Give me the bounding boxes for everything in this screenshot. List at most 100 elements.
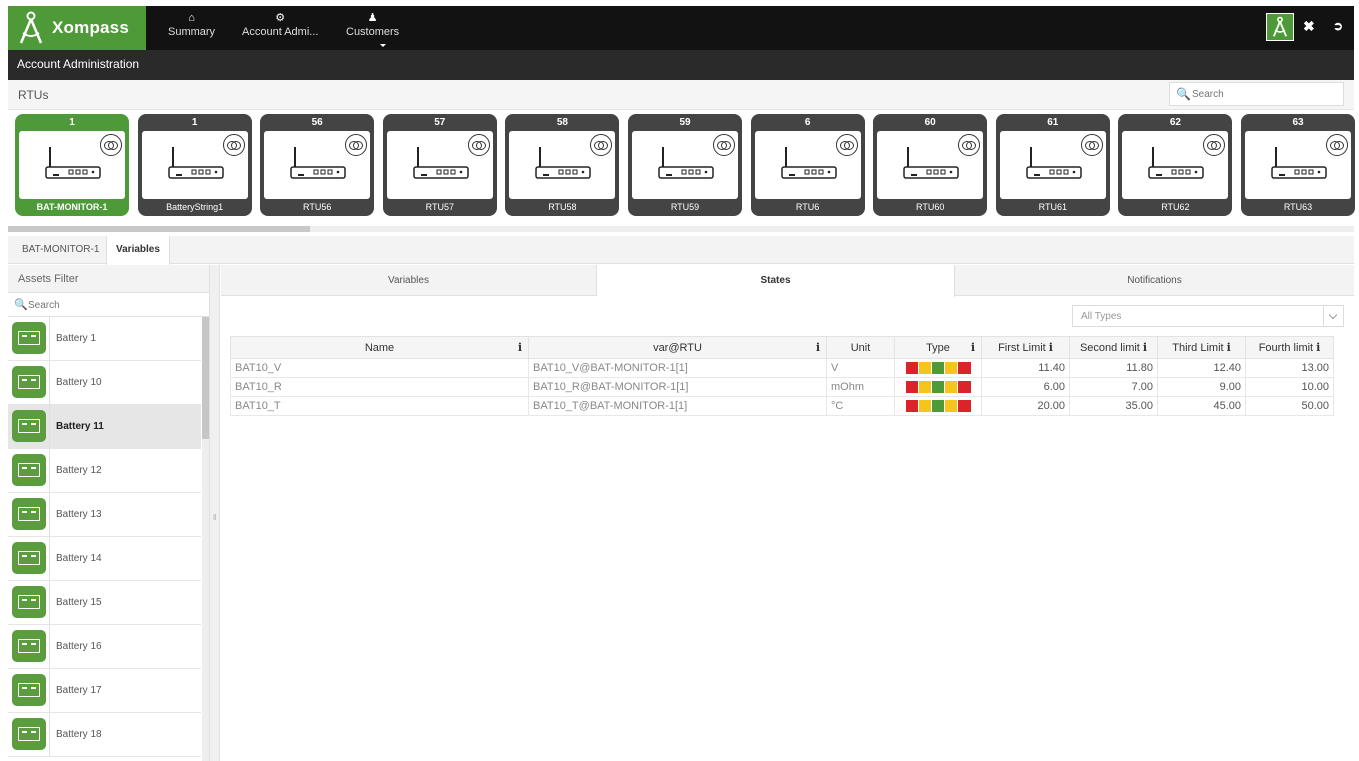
rtu-card[interactable]: 1 BatteryString1 <box>137 114 252 216</box>
fullscreen-icon[interactable]: ✖ <box>1303 18 1315 34</box>
customers-dropdown-caret-icon[interactable] <box>380 44 386 47</box>
col-var-header[interactable]: var@RTU i <box>528 336 827 359</box>
asset-list-scrollbar[interactable] <box>202 317 209 761</box>
link-icon[interactable] <box>835 134 858 156</box>
nav-account-admin[interactable]: ⚙ Account Admi... <box>242 12 318 38</box>
nav-customers[interactable]: ♟ Customers <box>346 12 399 38</box>
col-unit-header[interactable]: Unit <box>826 336 895 359</box>
rtu-search-input[interactable] <box>1192 86 1337 102</box>
rtu-card[interactable]: 63 RTU63 <box>1241 114 1355 216</box>
logout-icon[interactable]: ➲ <box>1333 18 1343 34</box>
link-icon[interactable] <box>345 134 368 156</box>
rtu-card-body <box>386 131 493 199</box>
cell-type <box>894 396 982 416</box>
col-first-limit-header[interactable]: First Limit i <box>981 336 1070 359</box>
asset-label: Battery 14 <box>56 553 102 564</box>
rtu-card[interactable]: 60 RTU60 <box>873 114 988 216</box>
battery-icon <box>12 542 46 574</box>
link-icon[interactable] <box>958 134 981 156</box>
asset-label: Battery 18 <box>56 729 102 740</box>
info-icon[interactable]: i <box>1227 341 1231 354</box>
rtu-strip-scrollbar[interactable] <box>8 226 1354 232</box>
top-bar: Xompass ⌂ Summary ⚙ Account Admi... ♟ Cu… <box>8 6 1354 50</box>
table-row[interactable]: BAT10_R BAT10_R@BAT-MONITOR-1[1] mOhm 6.00 7… <box>230 377 1334 397</box>
link-icon[interactable] <box>467 134 490 156</box>
asset-list-item[interactable]: Battery 13 <box>8 493 201 537</box>
asset-list-item[interactable]: Battery 15 <box>8 581 201 625</box>
asset-list-item[interactable]: Battery 1 <box>8 317 201 361</box>
breadcrumb-variables[interactable]: Variables <box>106 236 170 265</box>
info-icon[interactable]: i <box>518 341 522 354</box>
col-second-limit-label: Second limit <box>1079 342 1140 354</box>
rtu-card[interactable]: 62 RTU62 <box>1118 114 1233 216</box>
link-icon[interactable] <box>100 134 122 156</box>
asset-list-item[interactable]: Battery 12 <box>8 449 201 493</box>
asset-list-scroll-thumb[interactable] <box>202 317 209 439</box>
asset-list: Battery 1 Battery 10 Battery 11 Battery 12 B… <box>8 317 201 757</box>
cell-second-limit: 7.00 <box>1069 377 1158 397</box>
link-icon[interactable] <box>590 134 613 156</box>
rtu-number: 1 <box>69 117 75 128</box>
link-icon[interactable] <box>713 134 735 156</box>
tab-notifications[interactable]: Notifications <box>955 265 1354 296</box>
rtu-card-body <box>264 131 371 199</box>
col-fourth-limit-header[interactable]: Fourth limit i <box>1245 336 1334 359</box>
breadcrumb-rtu[interactable]: BAT-MONITOR-1 <box>13 236 108 264</box>
info-icon[interactable]: i <box>1143 341 1147 354</box>
rtu-device-icon <box>780 147 837 179</box>
col-name-header[interactable]: Name i <box>230 336 529 359</box>
asset-list-item[interactable]: Battery 16 <box>8 625 201 669</box>
rtu-card[interactable]: 61 RTU61 <box>995 114 1110 216</box>
rtu-card[interactable]: 1 BAT-MONITOR-1 <box>15 114 129 216</box>
link-icon[interactable] <box>1080 134 1103 156</box>
rtu-card[interactable]: 56 RTU56 <box>260 114 375 216</box>
col-type-header[interactable]: Type i <box>894 336 982 359</box>
content-tabs: Variables States Notifications <box>221 265 1354 297</box>
rtu-strip-scroll-thumb[interactable] <box>8 226 310 232</box>
user-icon: ♟ <box>367 12 378 24</box>
asset-list-item[interactable]: Battery 10 <box>8 361 201 405</box>
tab-states[interactable]: States <box>597 265 955 297</box>
assets-search-input[interactable] <box>28 297 198 313</box>
rtu-card[interactable]: 57 RTU57 <box>382 114 497 216</box>
asset-list-item[interactable]: Battery 14 <box>8 537 201 581</box>
rtu-number: 62 <box>1169 117 1181 128</box>
asset-list-item[interactable]: Battery 17 <box>8 669 201 713</box>
cell-name: BAT10_V <box>230 358 529 378</box>
rtu-device-icon <box>290 147 346 179</box>
nav-account-admin-label: Account Admi... <box>242 26 319 38</box>
chevron-down-icon[interactable] <box>1323 306 1343 326</box>
link-icon[interactable] <box>222 134 245 156</box>
table-row[interactable]: BAT10_T BAT10_T@BAT-MONITOR-1[1] °C 20.00 35… <box>230 396 1334 416</box>
brand-logo[interactable]: Xompass <box>8 6 146 50</box>
col-type-label: Type <box>926 341 950 354</box>
rtu-device-icon <box>413 147 469 179</box>
splitter-grip-icon: ‖ <box>213 513 217 522</box>
type-filter-select[interactable]: All Types <box>1072 305 1344 327</box>
info-icon[interactable]: i <box>816 341 820 354</box>
rtu-card[interactable]: 59 RTU59 <box>628 114 742 216</box>
info-icon[interactable]: i <box>1049 341 1053 354</box>
link-icon[interactable] <box>1326 134 1348 156</box>
info-icon[interactable]: i <box>971 341 975 354</box>
panel-splitter[interactable]: ‖ <box>210 265 220 761</box>
col-second-limit-header[interactable]: Second limit i <box>1069 336 1158 359</box>
asset-list-item[interactable]: Battery 11 <box>8 405 201 449</box>
info-icon[interactable]: i <box>1316 341 1320 354</box>
asset-list-item[interactable]: Battery 18 <box>8 713 201 757</box>
cell-unit: °C <box>826 396 895 416</box>
rtu-card[interactable]: 6 RTU6 <box>750 114 865 216</box>
battery-icon <box>12 454 46 486</box>
rtu-card[interactable]: 58 RTU58 <box>505 114 620 216</box>
link-icon[interactable] <box>1203 134 1226 156</box>
col-third-limit-header[interactable]: Third Limit i <box>1157 336 1246 359</box>
rtu-name: RTU56 <box>303 202 332 212</box>
rtu-card-body <box>509 131 616 199</box>
rtu-search[interactable]: 🔍 <box>1169 82 1344 106</box>
table-row[interactable]: BAT10_V BAT10_V@BAT-MONITOR-1[1] V 11.40 11.… <box>230 358 1334 378</box>
nav-summary[interactable]: ⌂ Summary <box>168 12 215 38</box>
tab-variables[interactable]: Variables <box>221 265 597 296</box>
user-avatar[interactable] <box>1266 13 1294 41</box>
assets-search[interactable]: 🔍 <box>8 293 209 317</box>
asset-label: Battery 13 <box>56 509 102 520</box>
